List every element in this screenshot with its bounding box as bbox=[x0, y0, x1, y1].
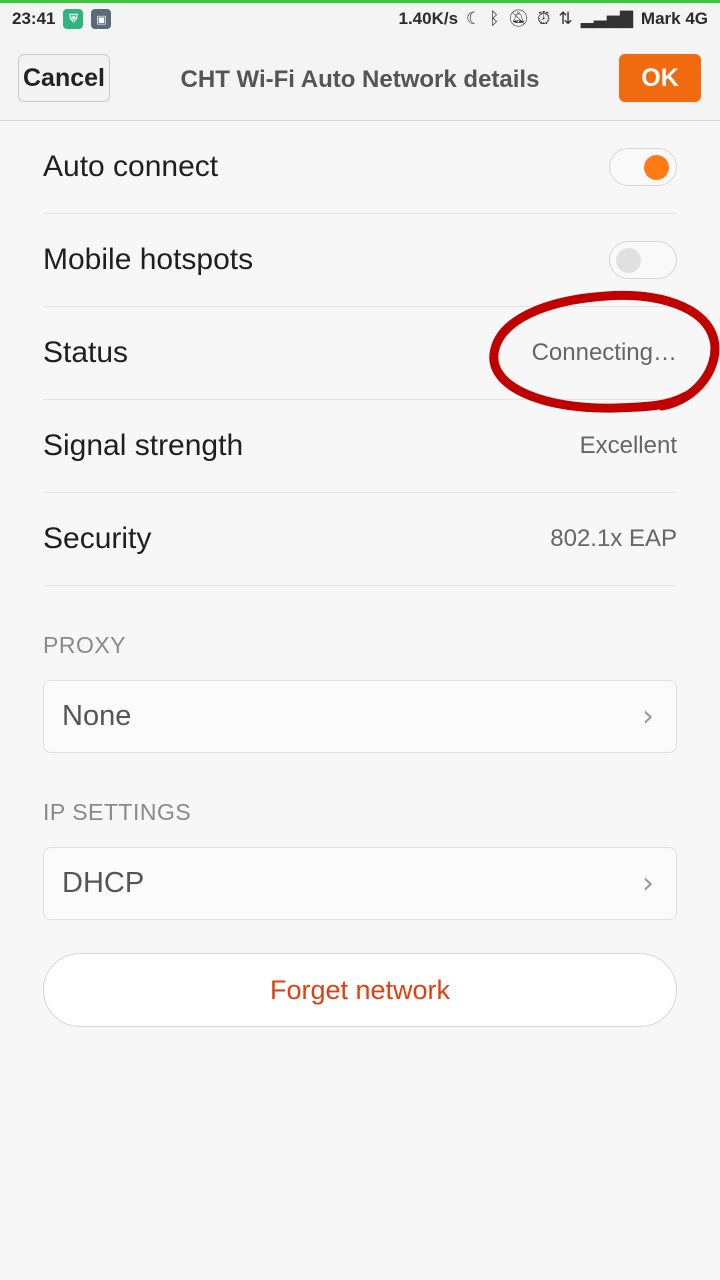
forget-network-button[interactable]: Forget network bbox=[43, 953, 677, 1027]
status-bar: 23:41 ⛨ ▣ 1.40K/s ☾ ᛒ 🔕︎ ⏰︎ ⇅ ▂▃▅▇ Mark … bbox=[0, 3, 720, 35]
security-label: Security bbox=[43, 522, 152, 555]
ip-settings-select[interactable]: DHCP › bbox=[43, 847, 677, 920]
chevron-right-icon: › bbox=[642, 866, 654, 901]
ip-settings-value: DHCP bbox=[62, 867, 145, 899]
ip-settings-section-title: IP SETTINGS bbox=[43, 799, 192, 825]
status-row: Status Connecting… bbox=[43, 307, 677, 400]
moon-icon: ☾ bbox=[466, 9, 482, 28]
cancel-button[interactable]: Cancel bbox=[18, 54, 110, 102]
clock: 23:41 bbox=[12, 9, 56, 28]
proxy-value: None bbox=[62, 700, 132, 732]
proxy-select[interactable]: None › bbox=[43, 680, 677, 753]
title-bar: Cancel CHT Wi-Fi Auto Network details OK bbox=[0, 35, 720, 121]
auto-connect-toggle[interactable] bbox=[609, 148, 677, 186]
auto-connect-row[interactable]: Auto connect bbox=[43, 121, 677, 214]
auto-connect-label: Auto connect bbox=[43, 150, 219, 183]
signal-strength-value: Excellent bbox=[579, 432, 677, 459]
shield-app-icon: ⛨ bbox=[63, 9, 84, 29]
mobile-hotspots-row[interactable]: Mobile hotspots bbox=[43, 214, 677, 307]
toggle-knob bbox=[616, 248, 641, 273]
alarm-icon: ⏰︎ bbox=[537, 9, 551, 28]
status-label: Status bbox=[43, 336, 129, 369]
mute-icon: 🔕︎ bbox=[507, 9, 530, 28]
chevron-right-icon: › bbox=[642, 699, 654, 734]
app-icon: ▣ bbox=[91, 9, 112, 29]
data-arrows-icon: ⇅ bbox=[558, 9, 573, 28]
mobile-hotspots-toggle[interactable] bbox=[609, 241, 677, 279]
ok-button[interactable]: OK bbox=[619, 54, 701, 102]
page-title: CHT Wi-Fi Auto Network details bbox=[180, 66, 540, 93]
status-value: Connecting… bbox=[531, 339, 677, 366]
security-row: Security 802.1x EAP bbox=[43, 493, 677, 586]
security-value: 802.1x EAP bbox=[550, 525, 677, 552]
signal-strength-label: Signal strength bbox=[43, 429, 244, 462]
proxy-section-title: PROXY bbox=[43, 632, 127, 658]
signal-strength-row: Signal strength Excellent bbox=[43, 400, 677, 493]
signal-icon: ▂▃▅▇ bbox=[580, 9, 633, 28]
bluetooth-icon: ᛒ bbox=[489, 9, 500, 28]
network-details-list: Auto connect Mobile hotspots Status Conn… bbox=[43, 121, 677, 586]
carrier-label: Mark 4G bbox=[640, 9, 708, 28]
network-speed: 1.40K/s bbox=[398, 9, 459, 28]
toggle-knob bbox=[644, 155, 669, 180]
mobile-hotspots-label: Mobile hotspots bbox=[43, 243, 254, 276]
